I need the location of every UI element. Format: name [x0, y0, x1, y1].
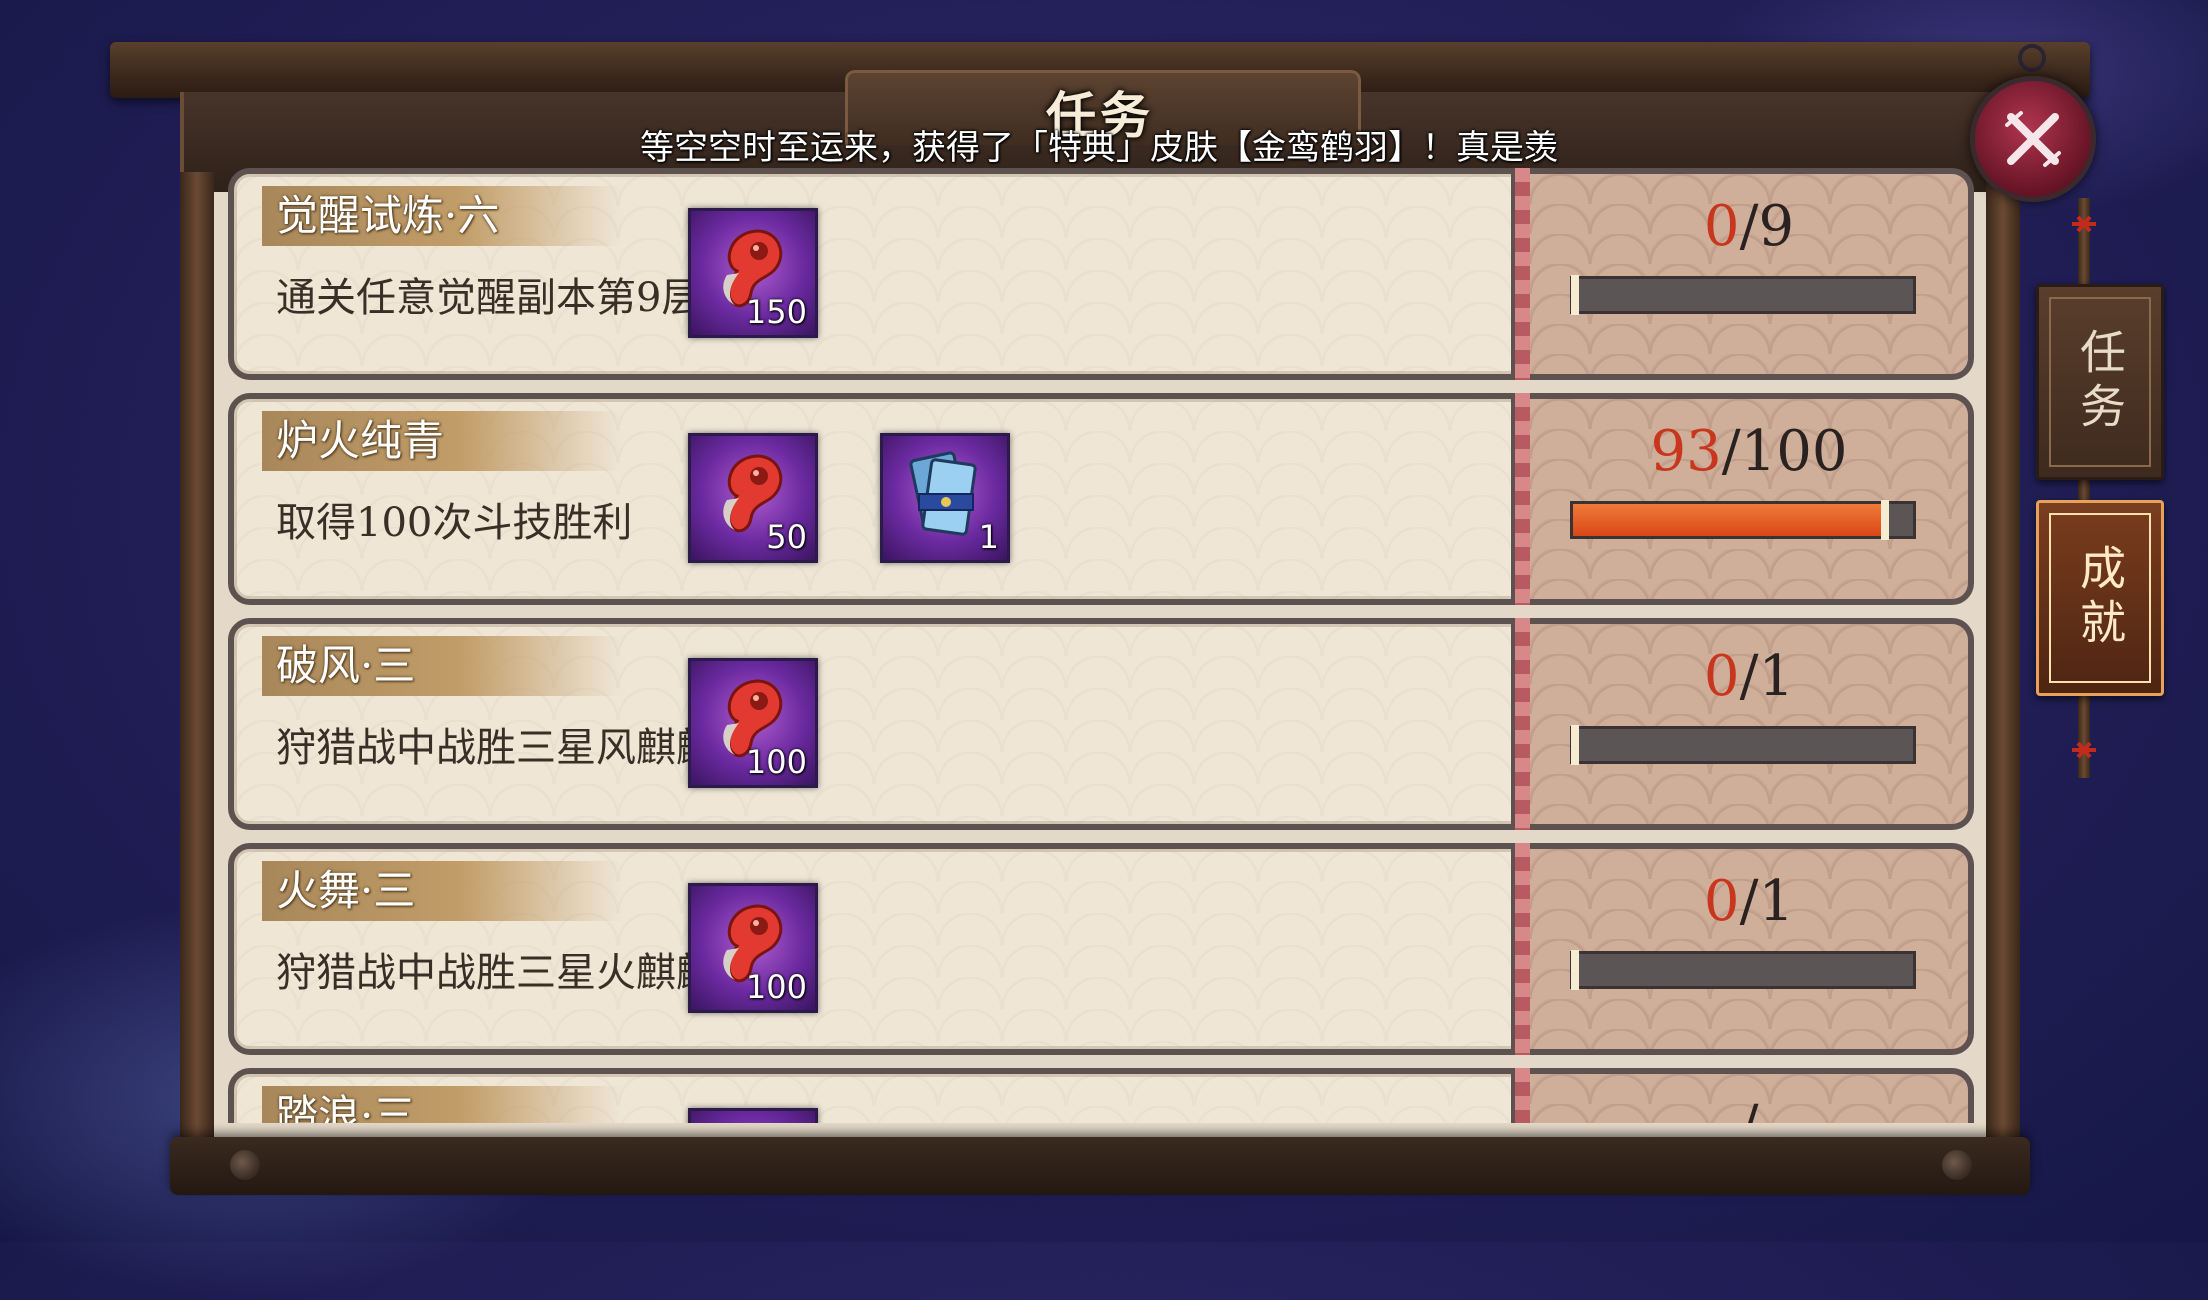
task-description: 狩猎战中战胜三星火麒麟	[276, 950, 716, 996]
task-row[interactable]: 觉醒试炼·六通关任意觉醒副本第9层 150 0/9	[228, 168, 1974, 380]
progress-area: 0/1	[1530, 618, 1968, 818]
bolt-icon	[230, 1150, 260, 1180]
progress-separator: /	[1739, 644, 1759, 709]
reward-count: 50	[766, 518, 807, 556]
tab-label: 成就	[2049, 513, 2151, 683]
progress-separator: /	[1740, 1094, 1759, 1123]
progress-bar	[1570, 500, 1916, 540]
bolt-icon	[1942, 1150, 1972, 1180]
task-name: 觉醒试炼·六	[276, 191, 500, 240]
progress-current: 0	[1703, 194, 1740, 259]
bottom-beam	[170, 1137, 2030, 1195]
frame-left	[180, 172, 214, 1152]
progress-text: 0/1	[1530, 869, 1968, 934]
tab-tasks[interactable]: 任务	[2036, 284, 2164, 480]
progress-separator: /	[1739, 194, 1759, 259]
tab-achievements[interactable]: 成就	[2036, 500, 2164, 696]
progress-separator: /	[1739, 869, 1759, 934]
progress-cap	[1571, 950, 1579, 990]
progress-text: 0/1	[1530, 644, 1968, 709]
ring-icon	[2018, 44, 2046, 72]
reward-item[interactable]: 50	[688, 433, 818, 563]
progress-fill	[1573, 504, 1890, 536]
reward-item[interactable]: 150	[688, 208, 818, 338]
reward-item[interactable]: 100	[688, 883, 818, 1013]
task-row[interactable]: 踏浪·三 /	[228, 1068, 1974, 1123]
reward-count: 100	[745, 968, 807, 1006]
reward-count: 150	[745, 293, 807, 331]
red-magatama-icon	[705, 1121, 801, 1123]
task-name: 炉火纯青	[276, 416, 445, 465]
frame-right	[1986, 172, 2020, 1152]
task-description: 取得100次斗技胜利	[276, 500, 633, 546]
progress-cap	[1571, 275, 1579, 315]
progress-total: 1	[1758, 869, 1795, 934]
progress-area: 93/100	[1530, 393, 1968, 593]
progress-total: 100	[1740, 419, 1848, 484]
progress-bar	[1570, 950, 1916, 990]
progress-total: 9	[1758, 194, 1795, 259]
task-description: 通关任意觉醒副本第9层	[276, 275, 702, 321]
task-row[interactable]: 破风·三狩猎战中战胜三星风麒麟 100 0/1	[228, 618, 1974, 830]
reward-count: 100	[745, 743, 807, 781]
progress-total: 1	[1758, 644, 1795, 709]
knot-icon	[2072, 741, 2096, 759]
progress-text: 0/9	[1530, 194, 1968, 259]
progress-text: /	[1530, 1094, 1968, 1123]
progress-bar	[1570, 275, 1916, 315]
reward-item[interactable]: 1	[880, 433, 1010, 563]
close-button[interactable]	[1970, 76, 2096, 202]
progress-text: 93/100	[1530, 419, 1968, 484]
progress-current: 93	[1650, 419, 1722, 484]
progress-area: 0/9	[1530, 168, 1968, 368]
tab-label: 任务	[2049, 297, 2151, 467]
reward-item[interactable]: 100	[688, 658, 818, 788]
task-description: 狩猎战中战胜三星风麒麟	[276, 725, 716, 771]
task-row[interactable]: 火舞·三狩猎战中战胜三星火麒麟 100 0/1	[228, 843, 1974, 1055]
knot-icon	[2072, 215, 2096, 233]
progress-cap	[1881, 500, 1890, 540]
task-name: 火舞·三	[276, 866, 416, 915]
reward-count: 1	[978, 518, 999, 556]
progress-current: 0	[1703, 869, 1740, 934]
close-icon	[2005, 111, 2061, 167]
progress-cap	[1571, 725, 1579, 765]
task-list[interactable]: 觉醒试炼·六 通关任意觉醒副本第9层 150 0/9 炉火纯青 取得100次斗技胜利 50 1…	[228, 168, 1978, 1123]
progress-separator: /	[1721, 419, 1741, 484]
progress-bar	[1570, 725, 1916, 765]
reward-item[interactable]	[688, 1108, 818, 1123]
progress-area: /	[1530, 1068, 1968, 1123]
progress-area: 0/1	[1530, 843, 1968, 1043]
task-name: 破风·三	[276, 641, 416, 690]
progress-current: 0	[1703, 644, 1740, 709]
task-name: 踏浪·三	[276, 1091, 416, 1123]
task-row[interactable]: 炉火纯青取得100次斗技胜利 50 1 93/100	[228, 393, 1974, 605]
